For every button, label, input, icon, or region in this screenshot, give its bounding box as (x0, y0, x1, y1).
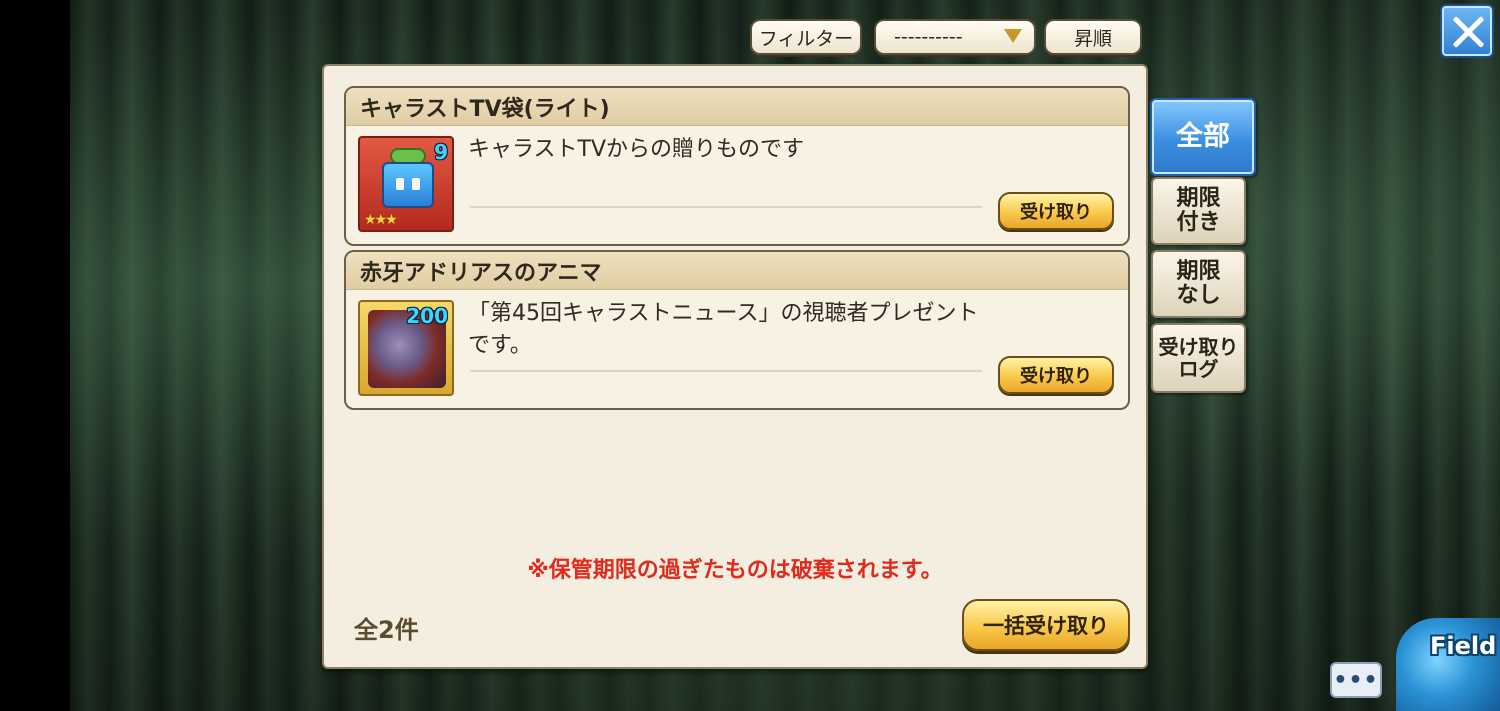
divider (470, 370, 982, 372)
chevron-down-icon (1004, 29, 1022, 43)
rarity-stars: ★★★ (364, 212, 398, 228)
tab-label: 全部 (1176, 121, 1230, 152)
gift-item-quantity: 200 (406, 304, 448, 328)
close-icon[interactable] (1440, 4, 1494, 58)
expiry-notice: ※保管期限の過ぎたものは破棄されます。 (527, 558, 943, 583)
divider (470, 206, 982, 208)
gift-item: 赤牙アドリアスのアニマ 200 「第45回キャラストニュース」の視聴者プレゼント… (344, 250, 1130, 410)
tab-label: 期限 付き (1176, 186, 1221, 235)
receive-button[interactable]: 受け取り (998, 356, 1114, 394)
item-count: 全2件 (354, 616, 419, 644)
tab-all[interactable]: 全部 (1150, 98, 1256, 176)
gift-item: キャラストTV袋(ライト) 9 ★★★ キャラストTVからの贈りものです 受け取… (344, 86, 1130, 246)
tab-label: 受け取り ログ (1158, 335, 1239, 381)
chat-dots-icon: ••• (1333, 667, 1379, 693)
tab-receive-log[interactable]: 受け取り ログ (1151, 323, 1246, 393)
tab-with-expiry[interactable]: 期限 付き (1151, 177, 1246, 245)
tab-no-expiry[interactable]: 期限 なし (1151, 250, 1246, 318)
anima-portrait-icon: 200 (358, 300, 454, 396)
field-label: Field (1430, 632, 1497, 660)
gift-item-quantity: 9 (434, 140, 448, 164)
tab-label: 期限 なし (1176, 259, 1221, 308)
gift-cube-icon: 9 ★★★ (358, 136, 454, 232)
filter-dropdown[interactable]: ---------- (874, 19, 1036, 55)
filter-button[interactable]: フィルター (750, 19, 862, 55)
bulk-receive-button[interactable]: 一括受け取り (962, 599, 1130, 651)
filter-dropdown-value: ---------- (894, 26, 963, 48)
gift-box-panel: キャラストTV袋(ライト) 9 ★★★ キャラストTVからの贈りものです 受け取… (322, 64, 1148, 669)
sort-order-button[interactable]: 昇順 (1044, 19, 1142, 55)
gift-item-title: 赤牙アドリアスのアニマ (346, 252, 1128, 290)
chat-button[interactable]: ••• (1330, 662, 1382, 698)
gift-item-description: 「第45回キャラストニュース」の視聴者プレゼントです。 (468, 301, 979, 358)
gift-item-title: キャラストTV袋(ライト) (346, 88, 1128, 126)
receive-button[interactable]: 受け取り (998, 192, 1114, 230)
gift-item-description: キャラストTVからの贈りものです (468, 137, 805, 162)
